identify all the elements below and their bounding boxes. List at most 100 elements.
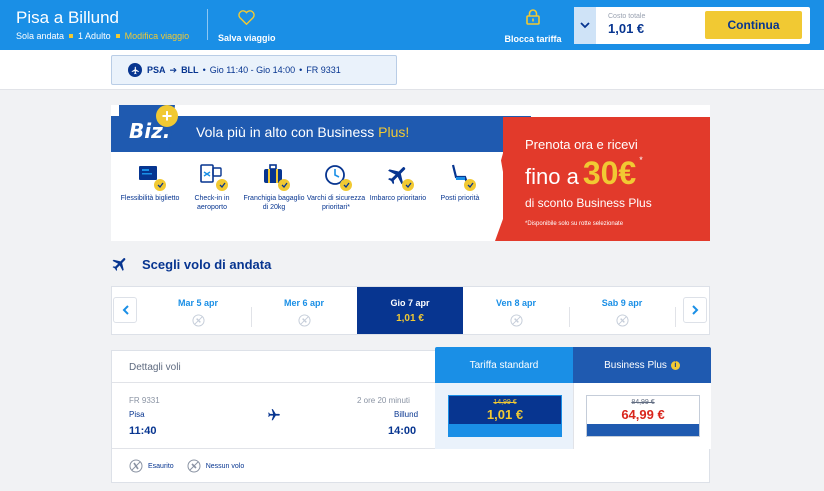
section-heading: Scegli volo di andata (111, 255, 271, 273)
business-fare-button[interactable]: 84,99 € 64,99 € (586, 395, 700, 437)
headline-main: Vola più in alto con Business (196, 124, 375, 140)
standard-fare-cell: 14,99 € 1,01 € (435, 383, 573, 449)
airport-checkin-icon (198, 163, 228, 191)
no-flight-icon (187, 459, 201, 473)
tab-business-plus[interactable]: Business Plus i (573, 347, 711, 383)
availability-legend: Esaurito Nessun volo (129, 459, 257, 473)
date-label: Sab 9 apr (601, 298, 643, 308)
date-option[interactable]: Ven 8 apr (463, 287, 569, 334)
selected-flight-chip[interactable]: PSA ➔ BLL • Gio 11:40 - Gio 14:00 • FR 9… (111, 55, 397, 85)
separator-dot (69, 34, 74, 38)
promo-star: * (639, 155, 643, 165)
fare-table-header: Dettagli voli (112, 351, 435, 383)
continue-button[interactable]: Continua (705, 11, 802, 39)
check-icon (340, 179, 352, 191)
flight-summary-bar: PSA ➔ BLL • Gio 11:40 - Gio 14:00 • FR 9… (0, 50, 824, 90)
trip-type: Sola andata (16, 31, 65, 41)
flexible-ticket-icon (136, 163, 166, 191)
date-divider (675, 307, 676, 327)
section-title: Scegli volo di andata (142, 256, 272, 272)
perk-label: Posti priorità (440, 195, 480, 202)
flight-number: FR 9331 (306, 65, 341, 75)
top-header: Pisa a Billund Sola andata 1 Adulto Modi… (0, 0, 824, 50)
separator-dot: • (299, 65, 303, 75)
priority-boarding-icon (384, 163, 414, 191)
banner-headline: Vola più in alto con Business Plus! (196, 124, 409, 140)
total-label: Costo totale (608, 13, 646, 20)
promo-panel: Prenota ora e ricevi fino a 30€ * di scont… (503, 117, 710, 241)
destination-code: BLL (181, 65, 199, 75)
standard-price: 1,01 € (486, 407, 524, 422)
lock-fare-button[interactable]: Blocca tariffa (503, 9, 563, 44)
total-price-box: Costo totale 1,01 € Continua (574, 7, 810, 44)
fare-table: Dettagli voli Tariffa standard Business … (111, 347, 711, 483)
promo-line3: di sconto Business Plus (525, 196, 652, 210)
flight-details-label: Dettagli voli (129, 362, 181, 373)
date-option-selected[interactable]: Gio 7 apr 1,01 € (357, 287, 463, 334)
passenger-count: 1 Adulto (78, 31, 111, 41)
legend-noflight: Nessun volo (187, 459, 245, 473)
heart-icon (237, 10, 255, 26)
date-option[interactable]: Mer 6 apr (251, 287, 357, 334)
tab-standard-fare[interactable]: Tariffa standard (435, 347, 573, 383)
header-divider (207, 9, 208, 40)
date-label: Ven 8 apr (495, 298, 537, 308)
date-price: 1,01 € (396, 313, 424, 324)
legend-soldout: Esaurito (129, 459, 174, 473)
promo-line2: fino a 30€ * (525, 155, 643, 192)
no-flight-icon (297, 314, 311, 327)
arrival-time: 14:00 (388, 425, 417, 437)
luggage-icon (260, 163, 290, 191)
total-expand-button[interactable] (574, 7, 596, 44)
perk-item: Check-in in aeroporto (181, 163, 243, 212)
date-option[interactable]: Sab 9 apr (569, 287, 675, 334)
separator-dot (115, 34, 120, 38)
promo-amount: 30€ (582, 155, 637, 191)
total-value: 1,01 € (608, 21, 645, 36)
save-trip-button[interactable]: Salva viaggio (218, 10, 276, 43)
arrival-city: Billund (394, 410, 419, 419)
modify-trip-link[interactable]: Modifica viaggio (125, 31, 190, 41)
chevron-down-icon (580, 22, 590, 29)
date-carousel: Mar 5 apr Mer 6 apr Gio 7 apr 1,01 € Ven… (111, 286, 710, 335)
plus-icon: + (156, 105, 178, 127)
prev-dates-button[interactable] (113, 297, 137, 323)
date-option[interactable]: Mar 5 apr (145, 287, 251, 334)
flight-code: FR 9331 (129, 396, 160, 405)
perk-label: Flessibilità biglietto (120, 195, 180, 202)
departure-time: 11:40 (129, 425, 157, 437)
plane-icon (128, 63, 142, 77)
business-old-price: 84,99 € (631, 399, 655, 406)
lock-fare-label: Blocca tariffa (504, 34, 562, 44)
origin-code: PSA (147, 65, 166, 75)
legend-noflight-label: Nessun volo (205, 462, 245, 470)
departure-city: Pisa (129, 410, 145, 419)
check-icon (216, 179, 228, 191)
promo-fino: fino a (525, 164, 579, 189)
business-plus-banner[interactable]: Biz. + Vola più in alto con Business Plu… (111, 105, 710, 241)
fare-select-bar (449, 424, 561, 436)
fast-track-icon (322, 163, 352, 191)
info-icon[interactable]: i (670, 360, 680, 370)
lock-icon (526, 9, 540, 25)
perk-label: Check-in in aeroporto (194, 195, 230, 212)
perk-item: Imbarco prioritario (367, 163, 429, 212)
date-label: Mar 5 apr (177, 298, 219, 308)
legend-soldout-label: Esaurito (148, 462, 174, 470)
check-icon (464, 179, 476, 191)
date-label: Gio 7 apr (390, 298, 430, 308)
standard-fare-button[interactable]: 14,99 € 1,01 € (448, 395, 562, 437)
save-trip-label: Salva viaggio (218, 33, 276, 43)
perk-label: Franchigia bagaglio di 20kg (243, 195, 305, 212)
route-title: Pisa a Billund (16, 8, 120, 27)
promo-disclaimer: *Disponibile solo su rotte selezionate (525, 221, 624, 227)
next-dates-button[interactable] (683, 297, 707, 323)
separator-dot: • (202, 65, 206, 75)
flight-duration: 2 ore 20 minuti (357, 396, 410, 405)
seat-icon (446, 163, 476, 191)
sold-out-icon (129, 459, 143, 473)
perks-list: Flessibilità biglietto Check-in in aerop… (119, 163, 491, 212)
check-icon (154, 179, 166, 191)
check-icon (402, 179, 414, 191)
date-label: Mer 6 apr (283, 298, 325, 308)
